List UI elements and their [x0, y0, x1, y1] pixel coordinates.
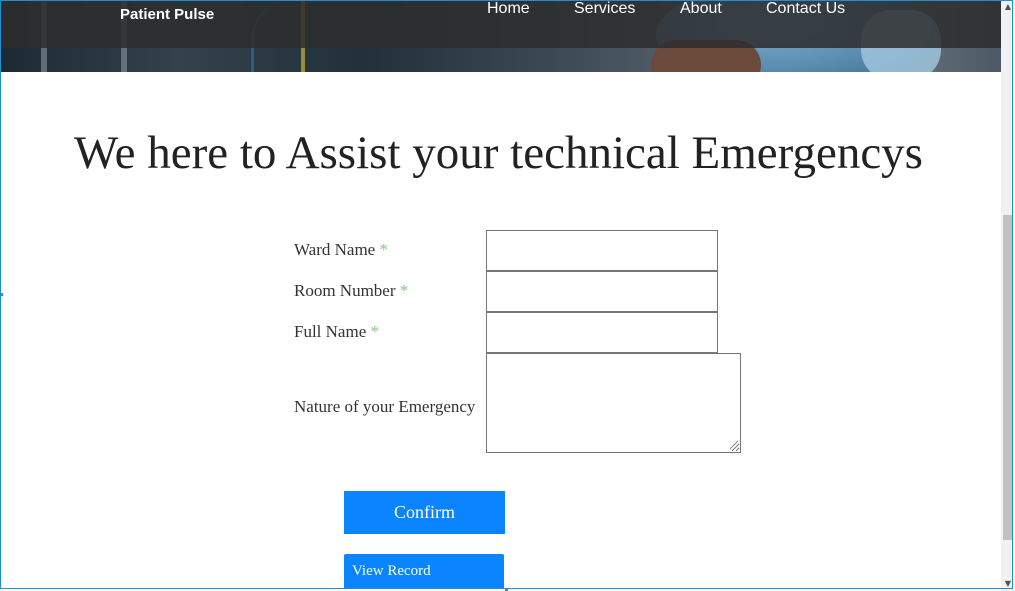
frame-handle-left: [0, 293, 3, 296]
room-number-input[interactable]: [486, 271, 718, 312]
chevron-up-icon[interactable]: ▲: [1003, 2, 1013, 12]
full-name-input[interactable]: [486, 312, 718, 353]
emergency-label: Nature of your Emergency: [294, 397, 475, 417]
required-mark: *: [379, 240, 388, 259]
scrollbar-thumb[interactable]: [1003, 215, 1013, 540]
emergency-label-text: Nature of your Emergency: [294, 397, 476, 416]
brand-logo-text[interactable]: Patient Pulse: [120, 6, 214, 23]
emergency-textarea[interactable]: [486, 353, 741, 453]
full-name-label: Full Name *: [294, 322, 379, 342]
nav-home[interactable]: Home: [487, 0, 530, 18]
chevron-down-icon[interactable]: ▼: [1003, 579, 1013, 589]
ward-name-input[interactable]: [486, 230, 718, 271]
top-navbar: Patient Pulse Home Services About Contac…: [1, 0, 1001, 48]
full-name-label-text: Full Name: [294, 322, 367, 341]
page-title: We here to Assist your technical Emergen…: [74, 127, 923, 179]
nav-contact-us[interactable]: Contact Us: [766, 0, 845, 18]
view-record-button[interactable]: View Record: [344, 554, 504, 589]
room-number-label: Room Number *: [294, 281, 408, 301]
room-number-label-text: Room Number: [294, 281, 396, 300]
nav-services[interactable]: Services: [574, 0, 635, 18]
nav-about[interactable]: About: [680, 0, 722, 18]
confirm-button[interactable]: Confirm: [344, 491, 505, 534]
required-mark: *: [370, 322, 380, 341]
ward-name-label-text: Ward Name: [294, 240, 376, 259]
required-mark: *: [399, 281, 409, 300]
ward-name-label: Ward Name *: [294, 240, 388, 260]
